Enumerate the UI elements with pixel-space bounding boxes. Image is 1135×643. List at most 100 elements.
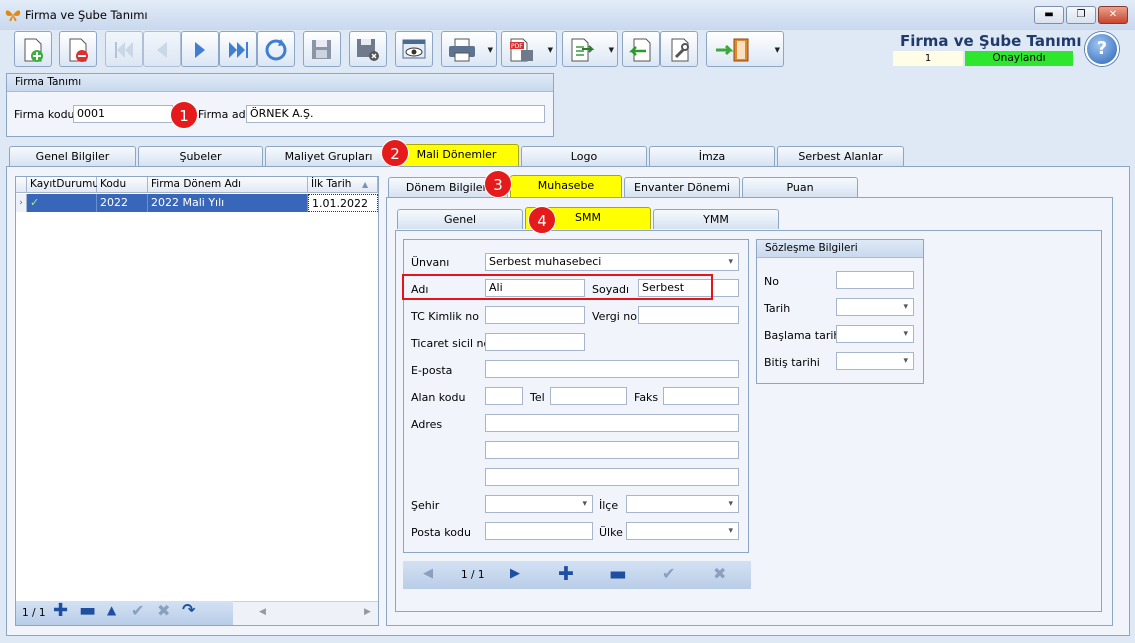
remove-minus-icon[interactable]: ▬ [79, 600, 96, 621]
col-kayit-durumu[interactable]: KayıtDurumu [27, 177, 99, 193]
prev-icon[interactable]: ◀ [423, 566, 433, 581]
firma-adi-field[interactable]: ÖRNEK A.Ş. [246, 105, 545, 123]
add-plus-icon[interactable]: ✚ [558, 563, 574, 585]
tc-kimlik-field[interactable] [485, 306, 585, 324]
new-document-icon [24, 38, 43, 62]
horizontal-scrollbar[interactable]: ◀ ▶ [233, 601, 378, 625]
next-icon [195, 42, 205, 58]
export-button[interactable]: ▼ [562, 31, 618, 67]
adres-line1-field[interactable] [485, 414, 739, 432]
sehir-select[interactable] [485, 495, 593, 513]
ulke-label: Ülke [599, 526, 623, 539]
alan-kodu-field[interactable] [485, 387, 523, 405]
bitis-tarihi-picker[interactable] [836, 352, 914, 370]
faks-label: Faks [634, 391, 659, 404]
firma-tanimi-title: Firma Tanımı [7, 74, 553, 92]
ulke-select[interactable] [626, 522, 739, 540]
remove-minus-icon[interactable]: ▬ [609, 563, 627, 585]
tarih-date-picker[interactable] [836, 298, 914, 316]
tel-field[interactable] [550, 387, 627, 405]
minimize-button[interactable]: ▬ [1034, 6, 1064, 24]
cell-code[interactable]: 2022 [97, 194, 148, 212]
tab-maliyet-gruplari[interactable]: Maliyet Grupları [265, 146, 392, 166]
next-record-button[interactable] [181, 31, 219, 67]
scroll-right-icon[interactable]: ▶ [364, 607, 371, 617]
ticaret-sicil-field[interactable] [485, 333, 585, 351]
tab-genel[interactable]: Genel [397, 209, 523, 229]
import-button[interactable] [622, 31, 660, 67]
adres-line3-field[interactable] [485, 468, 739, 486]
vergi-no-label: Vergi no [592, 310, 638, 323]
cancel-x-icon[interactable]: ✖ [157, 601, 170, 620]
redo-icon[interactable]: ↷ [182, 600, 195, 619]
export-pdf-button[interactable]: PDF ▼ [501, 31, 557, 67]
unvan-select[interactable]: Serbest muhasebeci [485, 253, 739, 271]
tab-imza[interactable]: İmza [649, 146, 775, 166]
eposta-label: E-posta [411, 364, 453, 377]
tab-envanter-donemi[interactable]: Envanter Dönemi [624, 177, 740, 197]
tab-genel-bilgiler[interactable]: Genel Bilgiler [9, 146, 136, 166]
cell-date[interactable]: 1.01.2022 [308, 194, 378, 212]
settings-button[interactable] [660, 31, 698, 67]
tab-muhasebe[interactable]: Muhasebe [510, 175, 622, 197]
refresh-icon [265, 39, 287, 61]
save-cancel-button[interactable] [349, 31, 387, 67]
scroll-left-icon[interactable]: ◀ [259, 607, 266, 617]
help-button[interactable]: ? [1085, 32, 1119, 66]
tab-subeler[interactable]: Şubeler [138, 146, 263, 166]
bitis-tarihi-label: Bitiş tarihi [764, 356, 820, 369]
record-number: 1 [893, 51, 963, 66]
previous-record-button[interactable] [143, 31, 181, 67]
last-record-button[interactable] [219, 31, 257, 67]
cell-name[interactable]: 2022 Mali Yılı [148, 194, 308, 212]
adres-line2-field[interactable] [485, 441, 739, 459]
last-icon [229, 42, 248, 58]
tab-ymm[interactable]: YMM [653, 209, 779, 229]
faks-field[interactable] [663, 387, 739, 405]
chevron-down-icon: ▼ [487, 46, 493, 54]
restore-button[interactable]: ❐ [1066, 6, 1096, 24]
baslama-tarihi-picker[interactable] [836, 325, 914, 343]
tab-serbest-alanlar[interactable]: Serbest Alanlar [777, 146, 904, 166]
firma-kodu-field[interactable]: 0001 [73, 105, 173, 123]
first-record-button[interactable] [105, 31, 143, 67]
exit-button[interactable]: ▼ [706, 31, 784, 67]
preview-button[interactable] [395, 31, 433, 67]
row-indicator-icon: › [16, 194, 27, 212]
move-up-icon[interactable]: ▲ [107, 603, 116, 617]
eposta-field[interactable] [485, 360, 739, 378]
posta-kodu-label: Posta kodu [411, 526, 471, 539]
delete-document-icon [69, 38, 88, 62]
check-icon[interactable]: ✔ [662, 564, 675, 583]
smm-navigator [403, 561, 751, 589]
col-firma-donem-adi[interactable]: Firma Dönem Adı [148, 177, 308, 193]
tab-logo[interactable]: Logo [521, 146, 647, 166]
baslama-tarihi-label: Başlama tarihi [764, 329, 844, 342]
posta-kodu-field[interactable] [485, 522, 593, 540]
refresh-button[interactable] [257, 31, 295, 67]
vergi-no-field[interactable] [638, 306, 739, 324]
table-row[interactable]: ✓ Onaylandı [27, 194, 97, 227]
tab-mali-donemler[interactable]: Mali Dönemler [394, 144, 519, 166]
col-kodu[interactable]: Kodu [97, 177, 148, 193]
tarih-label: Tarih [764, 302, 791, 315]
tel-label: Tel [530, 391, 545, 404]
sozlesme-title: Sözleşme Bilgileri [757, 240, 923, 258]
annotation-badge-2: 2 [381, 139, 409, 167]
print-button[interactable]: ▼ [441, 31, 497, 67]
page-title: Firma ve Şube Tanımı [900, 32, 1082, 50]
tab-puan[interactable]: Puan [742, 177, 858, 197]
add-plus-icon[interactable]: ✚ [53, 600, 68, 621]
sozlesme-no-field[interactable] [836, 271, 914, 289]
save-button[interactable] [303, 31, 341, 67]
delete-record-button[interactable] [59, 31, 97, 67]
smm-page-indicator: 1 / 1 [461, 569, 485, 581]
first-icon [115, 42, 133, 58]
cancel-x-icon[interactable]: ✖ [713, 564, 726, 583]
new-record-button[interactable] [14, 31, 52, 67]
cell-status: Onaylandı [30, 214, 86, 227]
close-button[interactable]: ✕ [1098, 6, 1128, 24]
check-icon[interactable]: ✔ [131, 601, 144, 620]
next-icon[interactable]: ▶ [510, 566, 520, 581]
ilce-select[interactable] [626, 495, 739, 513]
